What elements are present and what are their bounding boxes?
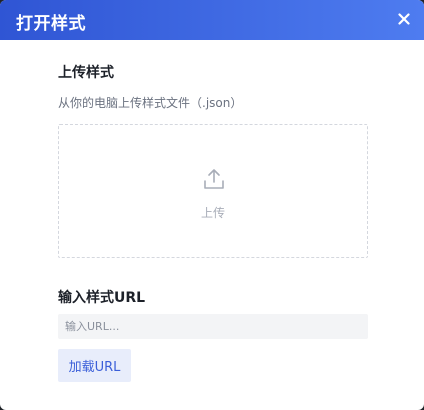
dialog-title: 打开样式: [16, 14, 86, 34]
upload-icon: [204, 169, 224, 189]
open-style-dialog: 打开样式 上传样式 从你的电脑上传样式文件（.json） 上传 输入样式URL …: [0, 0, 424, 410]
upload-dropzone[interactable]: 上传: [58, 124, 368, 258]
dialog-header: 打开样式: [0, 0, 424, 40]
load-url-button[interactable]: 加载URL: [58, 349, 131, 382]
url-section-title: 输入样式URL: [58, 290, 146, 306]
url-input[interactable]: [58, 314, 368, 339]
upload-description: 从你的电脑上传样式文件（.json）: [58, 96, 243, 110]
upload-section-title: 上传样式: [58, 65, 114, 81]
close-icon[interactable]: [394, 9, 414, 29]
upload-label: 上传: [200, 206, 225, 220]
